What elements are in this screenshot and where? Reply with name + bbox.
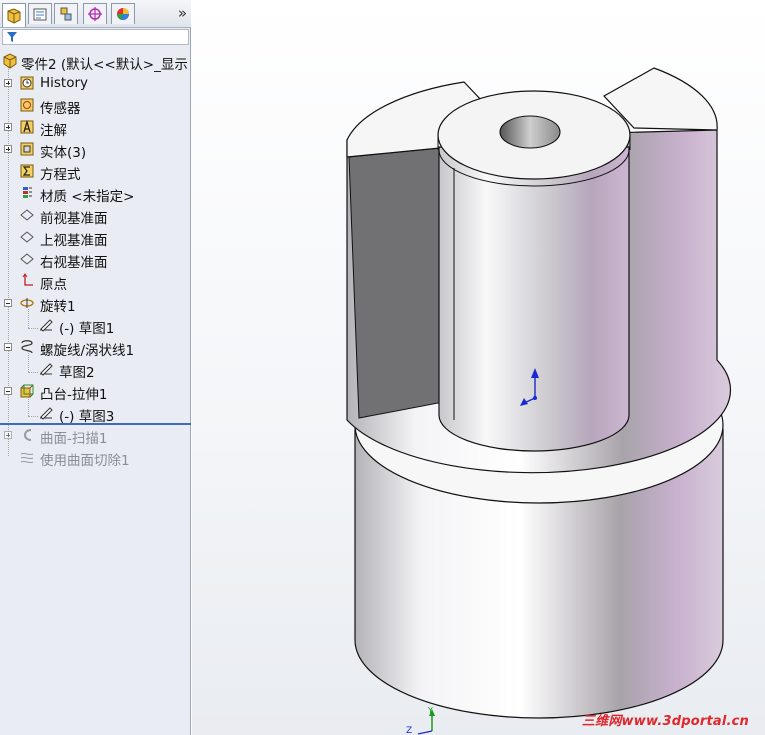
view-orientation-triad: Z Y [406, 706, 435, 735]
site-watermark: 三维网www.3dportal.cn [581, 714, 749, 729]
sketch-icon [40, 363, 53, 376]
tree-item-label: 草图2 [59, 365, 95, 381]
sketch-icon [40, 319, 53, 332]
plane-icon [20, 253, 34, 265]
feature-manager-tab[interactable] [2, 3, 26, 27]
tree-item-label: 螺旋线/涡状线1 [40, 343, 135, 359]
tree-item-label: 旋转1 [40, 299, 76, 315]
tree-root-part[interactable]: 零件2 (默认<<默认>_显示 [0, 50, 191, 73]
tree-item-material[interactable]: 材质 <未指定> [0, 182, 191, 205]
surface-cut-icon [20, 452, 34, 464]
crosshair-icon [88, 7, 102, 21]
tree-item-sketch2[interactable]: 草图2 [0, 358, 191, 381]
tree-item-boss-extrude1[interactable]: 凸台-拉伸1 [0, 380, 191, 403]
display-manager-tab[interactable] [111, 3, 135, 24]
graphics-viewport[interactable]: Z Y 三维网www.3dportal.cn [192, 0, 765, 735]
collapse-toggle[interactable] [4, 343, 12, 351]
expand-toggle[interactable] [4, 123, 12, 131]
configuration-manager-tab[interactable] [54, 3, 78, 24]
tree-item-revolve1[interactable]: 旋转1 [0, 292, 191, 315]
tree-item-label: 方程式 [40, 167, 81, 183]
history-icon [20, 76, 34, 90]
plane-icon [20, 231, 34, 243]
expand-toggle[interactable] [4, 145, 12, 153]
tree-item-surface-cut1[interactable]: 使用曲面切除1 [0, 446, 191, 469]
configuration-icon [60, 7, 72, 21]
plane-icon [20, 209, 34, 221]
tree-item-right-plane[interactable]: 右视基准面 [0, 248, 191, 271]
tree-item-label: 凸台-拉伸1 [40, 387, 108, 403]
tree-item-label: (-) 草图1 [59, 321, 115, 337]
tree-item-label: 原点 [40, 277, 67, 293]
equation-icon [20, 164, 34, 178]
dim-xpert-tab[interactable] [83, 3, 107, 24]
tree-item-front-plane[interactable]: 前视基准面 [0, 204, 191, 227]
solid-bodies-icon [20, 142, 34, 156]
tree-item-solid-bodies[interactable]: 实体(3) [0, 138, 191, 161]
appearance-icon [116, 8, 130, 21]
revolve-icon [20, 298, 34, 308]
tree-item-surface-sweep1[interactable]: 曲面-扫描1 [0, 424, 191, 447]
tree-item-history[interactable]: History [0, 72, 191, 94]
tree-item-label: 传感器 [40, 101, 81, 117]
expand-toggle[interactable] [4, 431, 12, 439]
filter-icon [7, 32, 17, 42]
triad-y-label: Y [427, 706, 433, 715]
more-tabs-chevron[interactable]: » [178, 4, 187, 22]
extrude-icon [20, 384, 34, 398]
tree-item-label: History [40, 75, 89, 91]
tree-item-sensors[interactable]: 传感器 [0, 94, 191, 117]
feature-manager-panel: » 零件2 (默认<<默认>_显示 History 传感器 注解 实体(3) 方… [0, 0, 191, 735]
tree-item-label: 注解 [40, 123, 67, 139]
tree-item-label: 右视基准面 [40, 255, 108, 271]
surface-sweep-icon [24, 429, 32, 441]
tree-item-label: 使用曲面切除1 [40, 453, 130, 469]
tree-item-label: 实体(3) [40, 145, 87, 161]
annotation-icon [20, 119, 34, 134]
tree-item-label: 材质 <未指定> [40, 189, 135, 205]
material-icon [23, 187, 32, 198]
helix-icon [21, 340, 33, 354]
tree-item-sketch1[interactable]: (-) 草图1 [0, 314, 191, 337]
manager-tab-bar: » [0, 0, 191, 28]
collapse-toggle[interactable] [4, 299, 12, 307]
feature-tree-icon [7, 7, 21, 24]
property-icon [33, 8, 47, 21]
tree-filter-input[interactable] [2, 29, 189, 45]
sketch-icon [40, 407, 53, 420]
tree-item-annotations[interactable]: 注解 [0, 116, 191, 139]
tree-item-origin[interactable]: 原点 [0, 270, 191, 293]
tree-item-label: 前视基准面 [40, 211, 108, 227]
origin-icon [22, 273, 33, 286]
tree-root-label: 零件2 (默认<<默认>_显示 [21, 57, 188, 73]
tree-item-sketch3[interactable]: (-) 草图3 [0, 402, 191, 425]
tree-item-helix1[interactable]: 螺旋线/涡状线1 [0, 336, 191, 359]
tree-item-label: (-) 草图3 [59, 409, 115, 425]
triad-z-label: Z [406, 726, 412, 735]
tree-item-top-plane[interactable]: 上视基准面 [0, 226, 191, 249]
tree-item-equations[interactable]: 方程式 [0, 160, 191, 183]
sensor-icon [20, 98, 34, 112]
expand-toggle[interactable] [4, 79, 12, 87]
central-boss-body [438, 146, 630, 452]
part-icon [3, 53, 17, 69]
collapse-toggle[interactable] [4, 387, 12, 395]
property-manager-tab[interactable] [28, 3, 52, 24]
center-hole [499, 115, 561, 149]
part-model-3d[interactable] [192, 0, 765, 735]
tree-item-label: 上视基准面 [40, 233, 108, 249]
tree-item-label: 曲面-扫描1 [40, 431, 108, 447]
